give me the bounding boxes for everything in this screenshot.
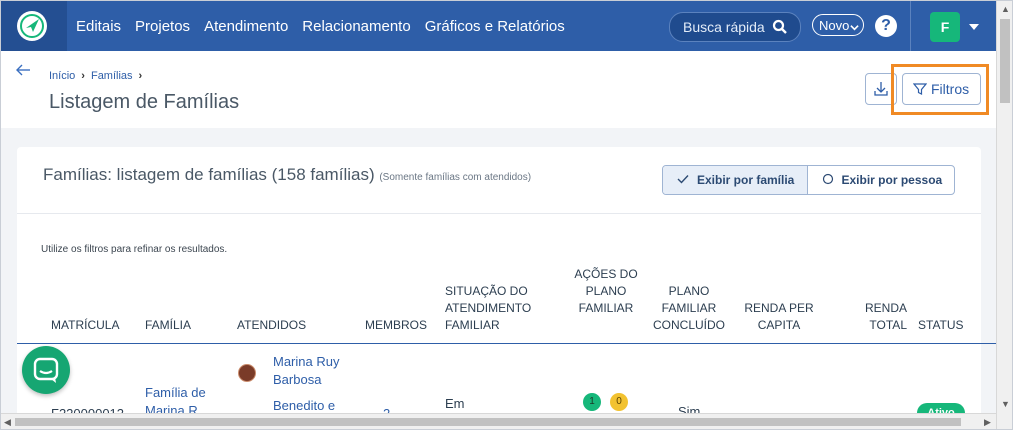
toggle-by-person[interactable]: Exibir por pessoa	[808, 166, 955, 194]
novo-label: Novo	[819, 18, 850, 33]
scroll-right-icon[interactable]: ▶	[984, 417, 991, 428]
table-header: MATRÍCULA FAMÍLIA ATENDIDOS MEMBROS SITU…	[17, 257, 981, 337]
horizontal-scroll-thumb[interactable]	[15, 418, 961, 426]
logo-area[interactable]	[1, 1, 67, 51]
row-atendido-2-link[interactable]: Benedito e	[273, 398, 335, 413]
col-atendidos[interactable]: ATENDIDOS	[237, 317, 306, 334]
col-acoes[interactable]: AÇÕES DO PLANO FAMILIAR	[573, 266, 639, 317]
filter-button[interactable]: Filtros	[902, 73, 981, 105]
acoes-green-badge: 1	[583, 393, 601, 411]
card-title-text: Famílias: listagem de famílias (158 famí…	[43, 165, 375, 184]
col-familia[interactable]: FAMÍLIA	[145, 317, 191, 334]
search-icon[interactable]	[772, 19, 788, 40]
row-atendido-1-link[interactable]: Marina Ruy Barbosa	[273, 354, 339, 387]
toggle-by-family-label: Exibir por família	[697, 173, 795, 187]
page-title: Listagem de Famílias	[49, 91, 240, 113]
row-situacao: Em	[445, 396, 465, 411]
nav-item-editais[interactable]: Editais	[76, 18, 121, 35]
col-plano-concluido[interactable]: PLANO FAMILIAR CONCLUÍDO	[649, 283, 729, 334]
col-membros[interactable]: MEMBROS	[365, 317, 427, 334]
help-icon[interactable]: ?	[875, 15, 897, 37]
quick-search-placeholder: Busca rápida	[683, 19, 765, 35]
nav-item-projetos[interactable]: Projetos	[135, 18, 190, 35]
filter-hint: Utilize os filtros para refinar os resul…	[41, 244, 228, 255]
navbar-divider	[910, 1, 911, 51]
browser-viewport: Editais Projetos Atendimento Relacioname…	[0, 0, 1013, 430]
breadcrumb-familias[interactable]: Famílias	[91, 70, 133, 82]
breadcrumb-separator-icon: ›	[81, 70, 85, 82]
quick-search-input[interactable]: Busca rápida	[669, 12, 801, 42]
scroll-left-icon[interactable]: ◀	[4, 417, 11, 428]
nav-item-graficos[interactable]: Gráficos e Relatórios	[425, 18, 565, 35]
user-menu-chevron-icon[interactable]	[969, 24, 979, 30]
main-nav: Editais Projetos Atendimento Relacioname…	[76, 1, 565, 51]
col-renda-total[interactable]: RENDA TOTAL	[847, 300, 907, 334]
top-navbar: Editais Projetos Atendimento Relacioname…	[1, 1, 996, 51]
scroll-down-icon[interactable]: ▼	[1001, 399, 1010, 409]
scroll-up-icon[interactable]: ▲	[1001, 4, 1010, 14]
chat-button[interactable]	[22, 346, 70, 394]
breadcrumb-separator-icon: ›	[138, 70, 143, 82]
col-renda-capita[interactable]: RENDA PER CAPITA	[739, 300, 819, 334]
row-familia-line1: Família de	[145, 385, 206, 400]
vertical-scroll-thumb[interactable]	[1000, 19, 1010, 103]
filter-icon	[913, 83, 927, 95]
toggle-by-family[interactable]: Exibir por família	[663, 166, 808, 194]
col-situacao[interactable]: SITUAÇÃO DO ATENDIMENTO FAMILIAR	[437, 283, 557, 334]
radio-icon	[822, 173, 834, 188]
card-title: Famílias: listagem de famílias (158 famí…	[43, 165, 531, 185]
check-icon	[677, 173, 689, 187]
page-header: Início › Famílias › Listagem de Famílias…	[1, 51, 996, 128]
nav-item-relacionamento[interactable]: Relacionamento	[302, 18, 410, 35]
row-atendido-1-line1: Marina Ruy	[273, 354, 340, 369]
back-arrow-icon[interactable]	[15, 63, 31, 82]
row-atendido-1-line2: Barbosa	[273, 372, 322, 387]
chat-icon	[33, 357, 59, 383]
acoes-yellow-badge: 0	[610, 393, 628, 411]
user-avatar[interactable]: F	[930, 12, 960, 42]
chevron-down-icon	[850, 20, 859, 35]
atendido-avatar	[238, 364, 256, 382]
logo-icon	[17, 11, 47, 41]
breadcrumb-inicio[interactable]: Início	[49, 70, 75, 82]
col-matricula[interactable]: MATRÍCULA	[51, 317, 119, 334]
horizontal-scrollbar[interactable]: ◀ ▶	[1, 413, 996, 429]
card-divider	[17, 213, 981, 214]
card-title-note: (Somente famílias com atendidos)	[379, 172, 532, 183]
toggle-by-person-label: Exibir por pessoa	[841, 173, 943, 187]
filter-label: Filtros	[931, 81, 970, 97]
breadcrumb: Início › Famílias ›	[49, 70, 142, 82]
families-card: Famílias: listagem de famílias (158 famí…	[17, 147, 996, 429]
nav-item-atendimento[interactable]: Atendimento	[204, 18, 288, 35]
col-status[interactable]: STATUS	[918, 317, 964, 334]
view-toggle: Exibir por família Exibir por pessoa	[662, 165, 955, 195]
vertical-scrollbar[interactable]: ▲ ▼	[996, 1, 1012, 429]
novo-button[interactable]: Novo	[812, 14, 864, 36]
